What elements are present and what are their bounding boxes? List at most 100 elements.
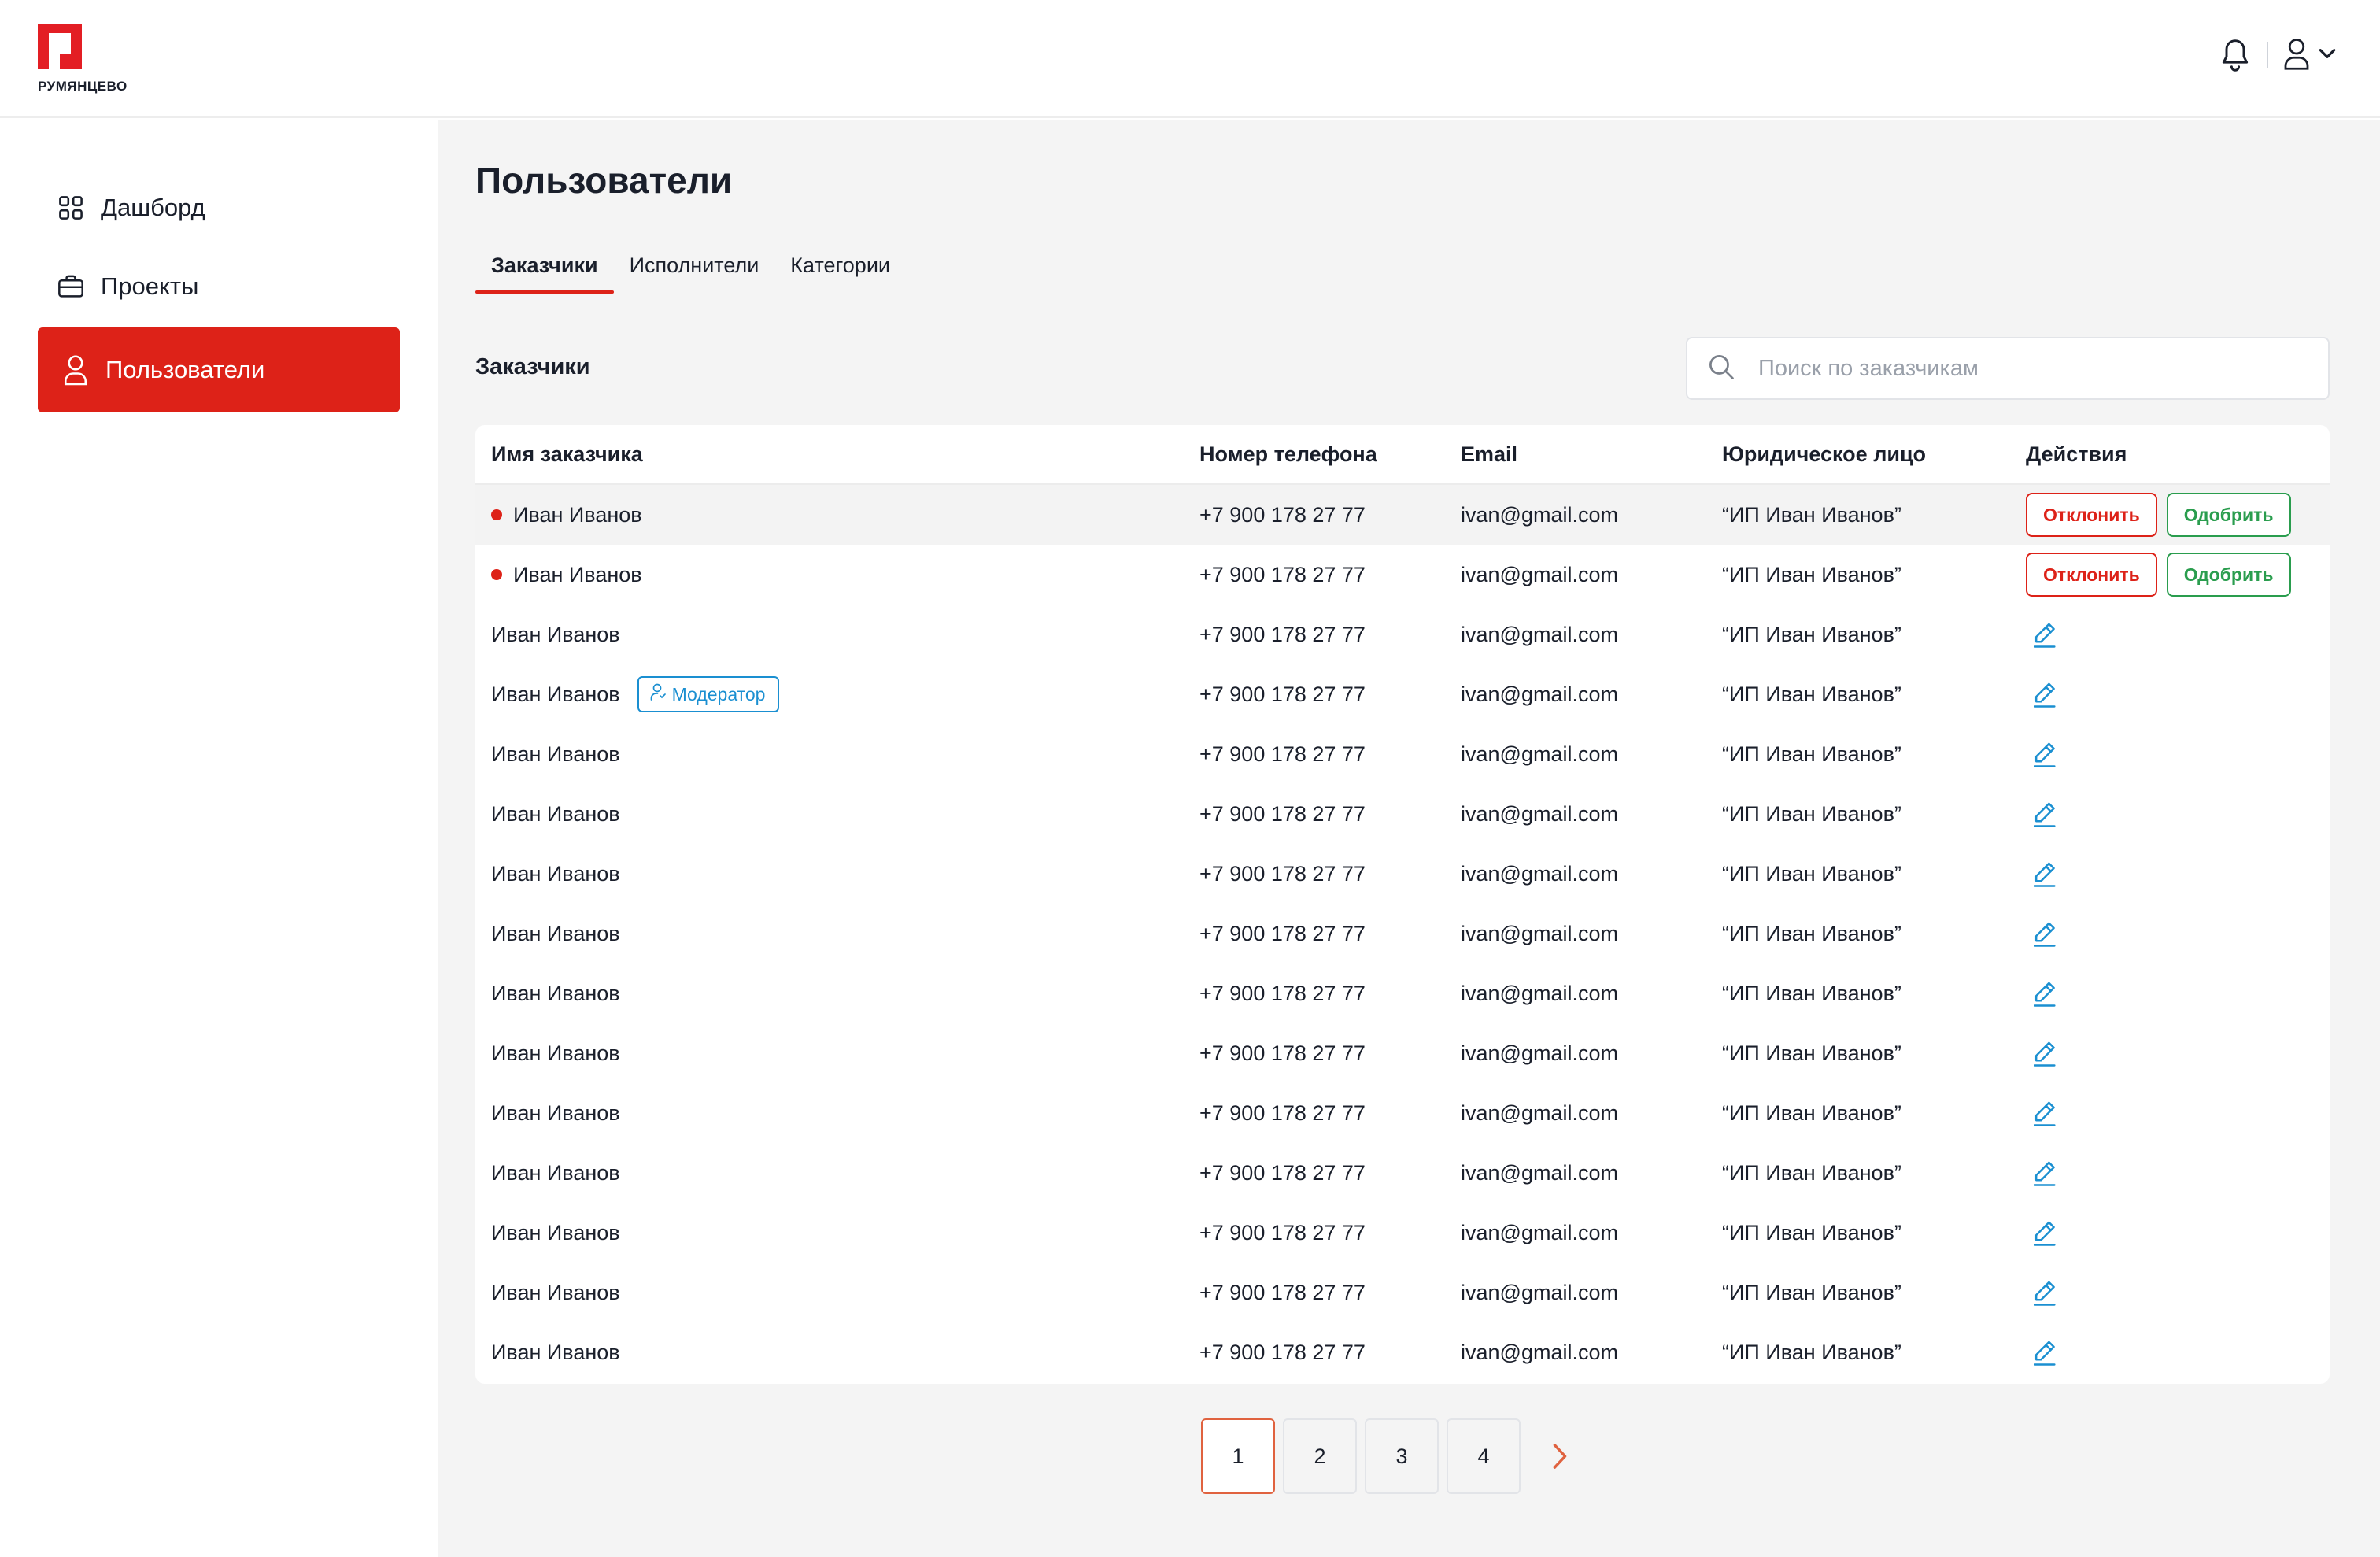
pagination: 1 2 3 4 — [1201, 1418, 1584, 1494]
sidebar-item-label: Дашборд — [101, 194, 205, 221]
column-header-actions: Действия — [2026, 442, 2127, 466]
sidebar-item-dashboard[interactable]: Дашборд — [38, 168, 400, 247]
customer-name-cell: Иван Иванов — [475, 1341, 1199, 1365]
legal-entity-cell: “ИП Иван Иванов” — [1722, 861, 1901, 886]
customer-name-cell: Иван Иванов — [475, 1041, 1199, 1066]
actions-cell — [2026, 1157, 2330, 1189]
table-row: Иван Иванов +7 900 178 27 77 ivan@gmail.co… — [475, 605, 2330, 664]
customer-name: Иван Иванов — [491, 682, 620, 706]
phone-cell: +7 900 178 27 77 — [1199, 622, 1366, 646]
legal-entity-cell: “ИП Иван Иванов” — [1722, 622, 1901, 646]
email-cell: ivan@gmail.com — [1461, 502, 1618, 527]
profile-menu[interactable] — [2282, 37, 2336, 74]
edit-icon[interactable] — [2029, 798, 2060, 830]
legal-entity-cell: “ИП Иван Иванов” — [1722, 921, 1901, 945]
section-title: Заказчики — [475, 354, 590, 379]
email-cell: ivan@gmail.com — [1461, 921, 1618, 945]
edit-icon[interactable] — [2029, 1337, 2060, 1368]
email-cell: ivan@gmail.com — [1461, 1100, 1618, 1125]
sidebar-item-label: Проекты — [101, 272, 199, 300]
legal-entity-cell: “ИП Иван Иванов” — [1722, 562, 1901, 586]
tab-customers[interactable]: Заказчики — [475, 253, 614, 294]
approve-button[interactable]: Одобрить — [2166, 493, 2291, 537]
bell-icon[interactable] — [2218, 36, 2252, 74]
phone-cell: +7 900 178 27 77 — [1199, 921, 1366, 945]
table-row: Иван Иванов +7 900 178 27 77 ivan@gmail.co… — [475, 784, 2330, 844]
legal-entity-cell: “ИП Иван Иванов” — [1722, 1340, 1901, 1364]
customer-name: Иван Иванов — [513, 562, 642, 586]
actions-cell — [2026, 1277, 2330, 1308]
edit-icon[interactable] — [2029, 978, 2060, 1009]
table-row: Иван Иванов Модератор +7 900 178 27 77 ivan… — [475, 664, 2330, 724]
customer-name-cell: Иван Иванов — [475, 563, 1199, 587]
reject-button[interactable]: Отклонить — [2026, 493, 2157, 537]
search-icon — [1708, 353, 1735, 384]
column-header-name[interactable]: Имя заказчика — [475, 442, 1199, 467]
search-input[interactable] — [1758, 355, 2309, 382]
table-row: Иван Иванов +7 900 178 27 77 ivan@gmail.co… — [475, 1203, 2330, 1263]
actions-cell — [2026, 1337, 2330, 1368]
tab-executors[interactable]: Исполнители — [614, 253, 775, 294]
briefcase-icon — [57, 272, 85, 301]
actions-cell — [2026, 1217, 2330, 1248]
header-actions — [2218, 36, 2336, 74]
logo-text: РУМЯНЦЕВО — [38, 79, 128, 94]
edit-icon[interactable] — [2029, 1157, 2060, 1189]
table-header: Имя заказчика Номер телефона Email Юриди… — [475, 425, 2330, 485]
edit-icon[interactable] — [2029, 679, 2060, 710]
customers-table: Имя заказчика Номер телефона Email Юриди… — [475, 425, 2330, 1384]
top-header: РУМЯНЦЕВО — [0, 0, 2380, 118]
sidebar-item-users[interactable]: Пользователи — [38, 327, 400, 412]
customer-name: Иван Иванов — [491, 742, 620, 766]
phone-cell: +7 900 178 27 77 — [1199, 981, 1366, 1005]
phone-cell: +7 900 178 27 77 — [1199, 861, 1366, 886]
email-cell: ivan@gmail.com — [1461, 562, 1618, 586]
tab-categories[interactable]: Категории — [774, 253, 906, 294]
phone-cell: +7 900 178 27 77 — [1199, 682, 1366, 706]
column-header-legal-entity[interactable]: Юридическое лицо — [1722, 442, 2026, 467]
page-button-1[interactable]: 1 — [1201, 1418, 1275, 1494]
edit-icon[interactable] — [2029, 738, 2060, 770]
actions-cell — [2026, 1097, 2330, 1129]
customer-name: Иван Иванов — [491, 1041, 620, 1065]
edit-icon[interactable] — [2029, 858, 2060, 889]
legal-entity-cell: “ИП Иван Иванов” — [1722, 742, 1901, 766]
page-button-4[interactable]: 4 — [1447, 1418, 1521, 1494]
user-icon — [61, 355, 90, 386]
logo[interactable]: РУМЯНЦЕВО — [38, 24, 128, 94]
email-cell: ivan@gmail.com — [1461, 1160, 1618, 1185]
legal-entity-cell: “ИП Иван Иванов” — [1722, 1160, 1901, 1185]
legal-entity-cell: “ИП Иван Иванов” — [1722, 1220, 1901, 1244]
customer-name-cell: Иван Иванов — [475, 1101, 1199, 1126]
email-cell: ivan@gmail.com — [1461, 1280, 1618, 1304]
customer-name: Иван Иванов — [491, 921, 620, 945]
column-header-email[interactable]: Email — [1461, 442, 1722, 467]
email-cell: ivan@gmail.com — [1461, 622, 1618, 646]
edit-icon[interactable] — [2029, 1217, 2060, 1248]
column-header-phone[interactable]: Номер телефона — [1199, 442, 1461, 467]
customer-name-cell: Иван Иванов — [475, 922, 1199, 946]
table-row: Иван Иванов +7 900 178 27 77 ivan@gmail.co… — [475, 963, 2330, 1023]
sidebar-item-projects[interactable]: Проекты — [38, 247, 400, 326]
edit-icon[interactable] — [2029, 1097, 2060, 1129]
legal-entity-cell: “ИП Иван Иванов” — [1722, 1100, 1901, 1125]
edit-icon[interactable] — [2029, 1277, 2060, 1308]
customer-name: Иван Иванов — [513, 502, 642, 527]
approve-button[interactable]: Одобрить — [2166, 553, 2291, 597]
customer-name-cell: Иван Иванов — [475, 862, 1199, 886]
table-row: Иван Иванов +7 900 178 27 77 ivan@gmail.co… — [475, 1263, 2330, 1322]
chevron-right-icon[interactable] — [1536, 1418, 1584, 1494]
page-button-3[interactable]: 3 — [1365, 1418, 1439, 1494]
customer-name: Иван Иванов — [491, 1160, 620, 1185]
customer-name-cell: Иван Иванов — [475, 1161, 1199, 1185]
email-cell: ivan@gmail.com — [1461, 1220, 1618, 1244]
reject-button[interactable]: Отклонить — [2026, 553, 2157, 597]
email-cell: ivan@gmail.com — [1461, 1340, 1618, 1364]
page-button-2[interactable]: 2 — [1283, 1418, 1357, 1494]
edit-icon[interactable] — [2029, 619, 2060, 650]
edit-icon[interactable] — [2029, 1037, 2060, 1069]
edit-icon[interactable] — [2029, 918, 2060, 949]
legal-entity-cell: “ИП Иван Иванов” — [1722, 1280, 1901, 1304]
customer-name-cell: Иван Иванов — [475, 1281, 1199, 1305]
phone-cell: +7 900 178 27 77 — [1199, 742, 1366, 766]
